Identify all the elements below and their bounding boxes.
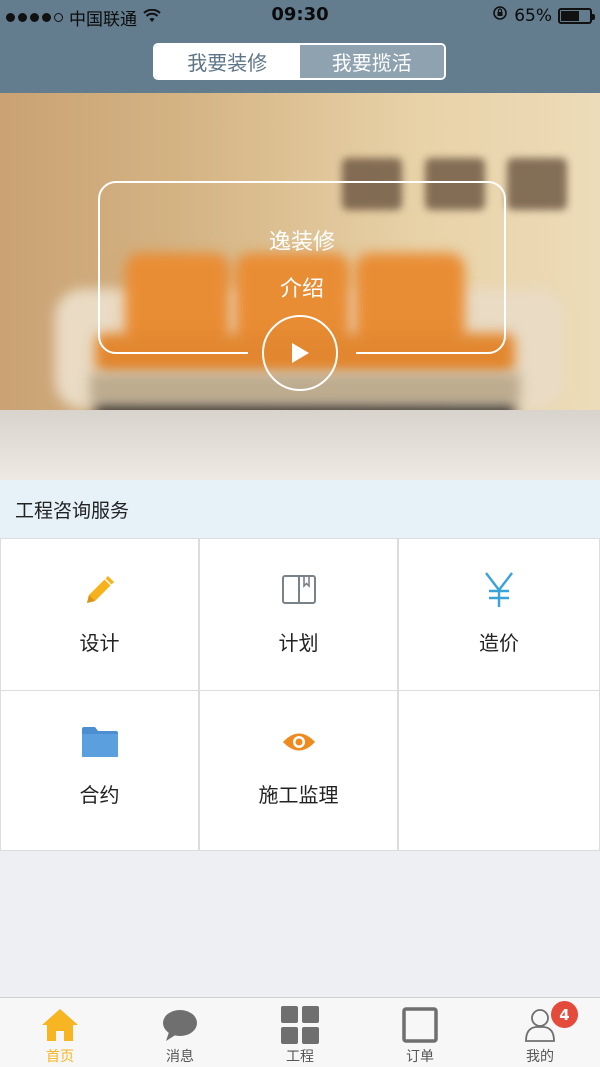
service-cost[interactable]: 造价 (398, 539, 600, 691)
status-bar: 中国联通 09:30 65% (0, 0, 600, 30)
floor (0, 410, 600, 480)
tab-messages[interactable]: 消息 (120, 998, 240, 1067)
status-right: 65% (492, 5, 595, 26)
hero-banner: 逸装修 介绍 (0, 93, 600, 480)
tab-projects[interactable]: 工程 (240, 998, 360, 1067)
notification-badge: 4 (551, 1001, 578, 1028)
mode-switch: 我要装修 我要揽活 (153, 43, 446, 80)
tab-me[interactable]: 我的 (480, 998, 600, 1067)
intro-subtitle: 介绍 (279, 277, 324, 302)
tab-home[interactable]: 首页 (0, 998, 120, 1067)
play-button[interactable] (262, 315, 338, 391)
tab-renovate[interactable]: 我要装修 (155, 45, 300, 78)
tab-orders[interactable]: 订单 (360, 998, 480, 1067)
service-label: 合约 (79, 783, 120, 807)
wall-frame (507, 158, 567, 210)
tab-find-work[interactable]: 我要揽活 (299, 45, 444, 78)
service-label: 造价 (479, 631, 519, 655)
yen-icon (399, 569, 599, 611)
tab-label: 工程 (286, 1049, 314, 1065)
pencil-icon (1, 569, 198, 611)
grid-icon (240, 1004, 360, 1046)
eye-icon (200, 721, 397, 763)
tab-label: 消息 (166, 1049, 194, 1065)
battery-percent: 65% (514, 5, 552, 26)
message-icon (120, 1004, 240, 1046)
section-title: 工程咨询服务 (0, 480, 600, 538)
folder-icon (1, 721, 198, 763)
home-icon (0, 1004, 120, 1046)
service-contract[interactable]: 合约 (0, 691, 199, 851)
service-supervision[interactable]: 施工监理 (199, 691, 398, 851)
book-icon (200, 569, 397, 611)
intro-title: 逸装修 (268, 230, 335, 255)
service-label: 设计 (79, 631, 120, 655)
tab-label: 首页 (46, 1049, 74, 1065)
service-plan[interactable]: 计划 (199, 539, 398, 691)
tab-label: 订单 (406, 1049, 434, 1065)
service-design[interactable]: 设计 (0, 539, 199, 691)
order-icon (360, 1004, 480, 1046)
service-label: 施工监理 (258, 783, 339, 807)
service-grid: 设计 计划 造价 合约 施工监理 (0, 538, 600, 851)
service-label: 计划 (278, 631, 319, 655)
tab-label: 我的 (526, 1049, 554, 1065)
battery-icon (558, 7, 595, 24)
tab-bar: 首页 消息 工程 订单 我的 (0, 997, 600, 1067)
header-bar: 中国联通 09:30 65% 我要装修 我要揽活 (0, 0, 600, 93)
empty-cell (398, 691, 600, 851)
user-icon (480, 1004, 600, 1046)
rotation-lock-icon (492, 5, 508, 26)
play-icon (292, 343, 309, 363)
